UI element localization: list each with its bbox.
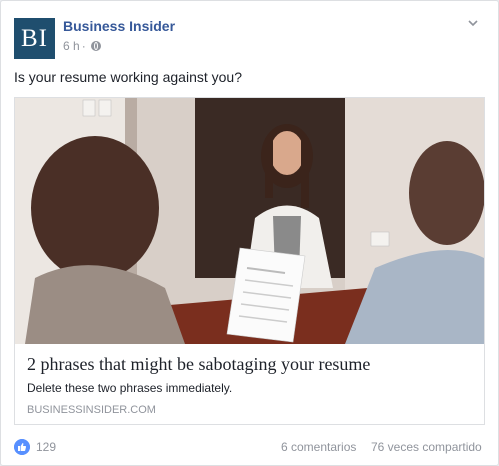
link-preview-card[interactable]: 2 phrases that might be sabotaging your … <box>14 97 485 425</box>
interview-photo <box>15 98 484 344</box>
feed-post: BI Business Insider 6 h · Is your resume… <box>0 0 499 466</box>
thumbs-up-icon[interactable] <box>14 439 30 455</box>
link-domain: BUSINESSINSIDER.COM <box>27 404 156 416</box>
share-count-link[interactable]: 76 veces compartido <box>371 440 482 454</box>
post-footer: 129 6 comentarios 76 veces compartido <box>14 438 486 456</box>
globe-icon <box>90 41 101 51</box>
like-count[interactable]: 129 <box>36 440 56 454</box>
chevron-down-icon[interactable] <box>466 16 480 30</box>
page-name-link[interactable]: Business Insider <box>63 18 175 34</box>
meta-separator: · <box>81 39 86 53</box>
logo-text: BI <box>21 25 48 52</box>
post-timestamp[interactable]: 6 h <box>63 39 80 53</box>
post-header: BI Business Insider 6 h · <box>14 14 484 59</box>
link-title[interactable]: 2 phrases that might be sabotaging your … <box>27 354 370 375</box>
post-message: Is your resume working against you? <box>14 69 242 85</box>
comment-count-link[interactable]: 6 comentarios <box>281 440 356 454</box>
link-image[interactable] <box>15 98 484 344</box>
post-meta: 6 h · <box>63 39 101 53</box>
link-description: Delete these two phrases immediately. <box>27 381 233 395</box>
page-avatar[interactable]: BI <box>14 18 55 59</box>
